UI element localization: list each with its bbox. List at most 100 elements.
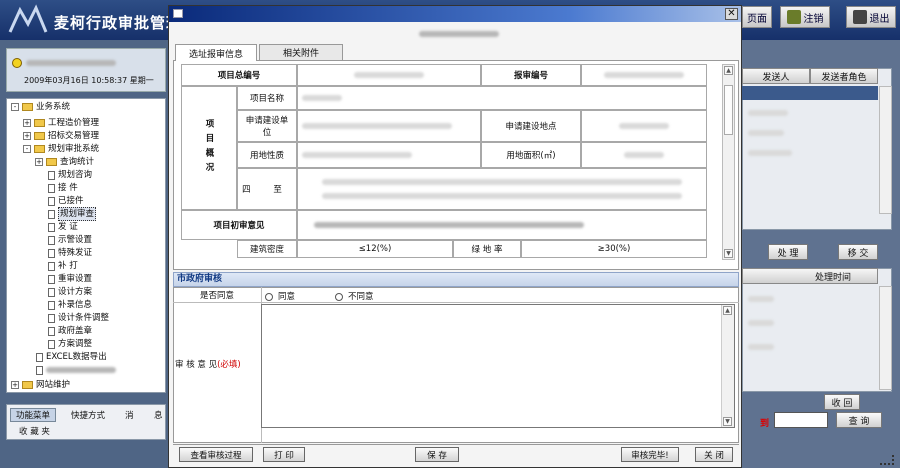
date-to-input[interactable] xyxy=(774,412,828,428)
scroll-up-icon[interactable]: ▲ xyxy=(724,66,733,75)
tree-item[interactable]: + 查询统计 xyxy=(35,156,94,168)
print-button[interactable]: 打 印 xyxy=(263,447,305,462)
recall-button[interactable]: 收 回 xyxy=(824,394,860,410)
tree-item[interactable]: + 网站维护 xyxy=(11,379,70,391)
expand-icon[interactable]: + xyxy=(23,132,31,140)
scroll-down-icon[interactable]: ▼ xyxy=(724,249,733,258)
col-process-time[interactable]: 处理时间 xyxy=(742,268,878,284)
tree-item[interactable]: + 招标交易管理 xyxy=(23,130,99,142)
tree-item[interactable]: 补录信息 xyxy=(35,299,92,311)
tree-item[interactable]: + 工程造价管理 xyxy=(23,117,99,129)
tab-attachments[interactable]: 相关附件 xyxy=(259,44,343,60)
query-button[interactable]: 查 询 xyxy=(836,412,882,428)
app-logo-icon xyxy=(8,4,48,33)
tree-item-label: 工程造价管理 xyxy=(48,118,100,128)
land-nature-value xyxy=(297,142,481,168)
tab-messages[interactable]: 消 xyxy=(125,409,134,421)
document-icon xyxy=(48,235,55,245)
current-datetime: 2009年03月16日 10:58:37 星期一 xyxy=(24,76,154,85)
resize-grip-icon[interactable] xyxy=(880,455,894,465)
scroll-down-icon[interactable]: ▼ xyxy=(723,417,732,426)
overview-label: 项目概况 xyxy=(181,86,237,210)
expand-icon[interactable]: + xyxy=(35,158,43,166)
tree-item[interactable]: 补 打 xyxy=(35,260,78,272)
document-icon xyxy=(48,209,55,219)
agree-option[interactable]: 同意 xyxy=(265,290,295,302)
history-row-blur xyxy=(748,320,774,326)
task-row-blur xyxy=(748,150,792,156)
book-icon xyxy=(786,10,801,24)
opinion-textarea[interactable]: ▲ ▼ xyxy=(261,304,735,428)
close-icon[interactable]: ✕ xyxy=(725,8,738,20)
folder-icon xyxy=(34,132,45,140)
tree-item-label: 设计方案 xyxy=(58,287,93,297)
tree-item[interactable]: - 规划审批系统 xyxy=(23,143,99,155)
collapse-icon[interactable]: - xyxy=(23,145,31,153)
document-icon xyxy=(36,352,43,362)
document-icon xyxy=(48,339,55,349)
tree-item[interactable]: 接 件 xyxy=(35,182,78,194)
name-value xyxy=(297,86,707,110)
left-bottom-tabs: 功能菜单 快捷方式 消 息 收 藏 夹 xyxy=(6,404,166,440)
task-list-scrollbar[interactable] xyxy=(879,86,892,214)
tree-item-label: 发 证 xyxy=(58,222,78,232)
expand-icon[interactable]: + xyxy=(23,119,31,127)
page-button[interactable]: 页面 xyxy=(742,6,772,28)
report-no-value xyxy=(581,64,707,86)
tree-item[interactable]: 已接件 xyxy=(35,195,84,207)
tree-item[interactable]: 示警设置 xyxy=(35,234,92,246)
tree-item[interactable]: 规划审查 xyxy=(35,207,97,221)
tree-item[interactable]: 设计方案 xyxy=(35,286,92,298)
tab-site-info[interactable]: 选址报审信息 xyxy=(175,44,257,61)
task-row-selected[interactable] xyxy=(742,86,878,100)
tree-item[interactable]: 政府盖章 xyxy=(35,325,92,337)
process-button[interactable]: 处 理 xyxy=(768,244,808,260)
tree-item-label: 重审设置 xyxy=(58,274,93,284)
document-icon xyxy=(48,313,55,323)
tab-shortcuts[interactable]: 快捷方式 xyxy=(71,409,105,421)
land-nature-label: 用地性质 xyxy=(237,142,297,168)
finish-review-button[interactable]: 审核完毕! xyxy=(621,447,679,462)
expand-icon[interactable]: + xyxy=(11,381,19,389)
logout-button[interactable]: 注销 xyxy=(780,6,830,28)
tree-item[interactable]: 方案调整 xyxy=(35,338,92,350)
history-scrollbar[interactable] xyxy=(879,286,892,390)
opinion-label: 审 核 意 见(必填) xyxy=(175,360,241,370)
tree-item[interactable]: 特殊发证 xyxy=(35,247,92,259)
tree-item-label: 政府盖章 xyxy=(58,326,93,336)
tree-item[interactable] xyxy=(23,364,116,376)
agree-radio[interactable] xyxy=(265,292,273,301)
tree-item[interactable]: 重审设置 xyxy=(35,273,92,285)
scroll-thumb[interactable] xyxy=(724,85,733,135)
document-icon xyxy=(48,222,55,232)
exit-button[interactable]: 退出 xyxy=(846,6,896,28)
transfer-button[interactable]: 移 交 xyxy=(838,244,878,260)
view-process-button[interactable]: 查看审核过程 xyxy=(179,447,253,462)
close-button[interactable]: 关 闭 xyxy=(695,447,733,462)
tree-item-label: 查询统计 xyxy=(60,157,95,167)
save-button[interactable]: 保 存 xyxy=(415,447,459,462)
opinion-scrollbar[interactable]: ▲ ▼ xyxy=(721,305,734,427)
disagree-radio[interactable] xyxy=(335,292,343,301)
tab-function-menu[interactable]: 功能菜单 xyxy=(10,408,57,422)
required-mark: (必填) xyxy=(217,360,241,370)
tab-favorites[interactable]: 收 藏 夹 xyxy=(19,425,50,437)
document-icon xyxy=(48,183,55,193)
tree-item[interactable]: 规划咨询 xyxy=(35,169,92,181)
tree-item[interactable]: 发 证 xyxy=(35,221,78,233)
col-sender[interactable]: 发送人 xyxy=(742,68,810,84)
collapse-icon[interactable]: - xyxy=(11,103,19,111)
info-scrollbar[interactable]: ▲ ▼ xyxy=(722,64,735,260)
tree-item-label: 示警设置 xyxy=(58,235,93,245)
document-icon xyxy=(48,300,55,310)
col-sender-role[interactable]: 发送者角色 xyxy=(810,68,878,84)
tree-item[interactable]: EXCEL数据导出 xyxy=(23,351,107,363)
tree-item[interactable]: - 业务系统 xyxy=(11,101,70,113)
scroll-up-icon[interactable]: ▲ xyxy=(723,306,732,315)
dialog-titlebar[interactable] xyxy=(169,6,741,22)
disagree-option[interactable]: 不同意 xyxy=(335,290,374,302)
project-no-value xyxy=(297,64,481,86)
tree-item-label xyxy=(46,367,116,373)
tab-messages-2[interactable]: 息 xyxy=(154,409,163,421)
tree-item[interactable]: 设计条件调整 xyxy=(35,312,109,324)
